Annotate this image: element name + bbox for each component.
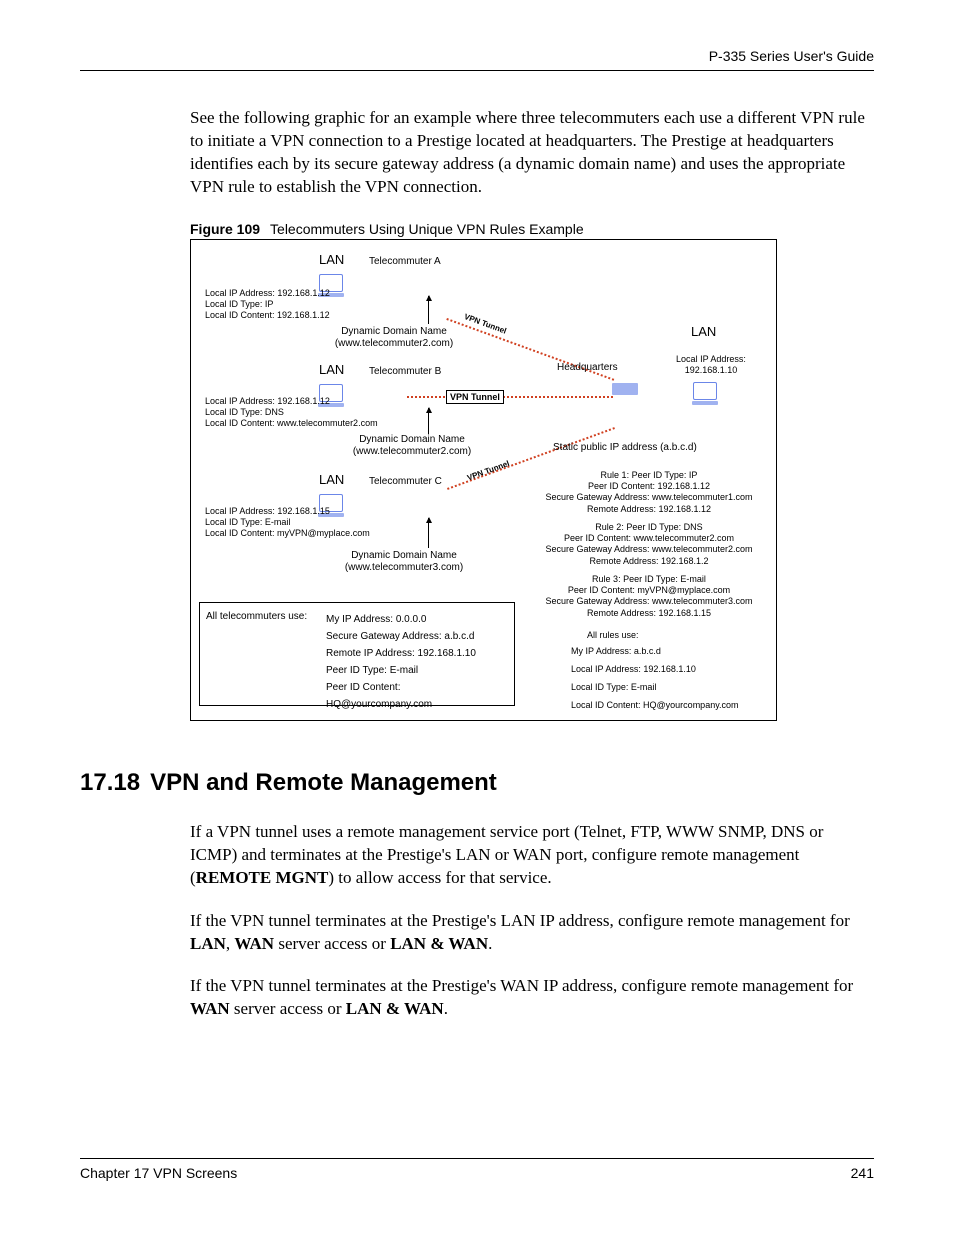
ddn-b: Dynamic Domain Name(www.telecommuter2.co… (337, 434, 487, 459)
intro-paragraph: See the following graphic for an example… (190, 107, 874, 199)
vpn-tunnel-b-text: VPN Tunnel (446, 390, 504, 404)
header-guide-title: P-335 Series User's Guide (80, 48, 874, 71)
computer-icon-hq (691, 382, 719, 405)
all-rules-l2: Local IP Address: 192.168.1.10 (571, 664, 696, 675)
section-title: VPN and Remote Management (150, 769, 497, 796)
arrow-up-b (428, 408, 429, 434)
arrow-up-a (428, 296, 429, 324)
figure-caption-text: Telecommuters Using Unique VPN Rules Exa… (270, 221, 584, 237)
page-footer: Chapter 17 VPN Screens 241 (80, 1158, 874, 1181)
static-ip-label: Static public IP address (a.b.c.d) (553, 442, 697, 455)
all-rules-l4: Local ID Content: HQ@yourcompany.com (571, 700, 739, 711)
telecommuter-b-label: Telecommuter B (369, 366, 441, 379)
leftbox-l2: Secure Gateway Address: a.b.c.d (326, 628, 506, 645)
figure-label: Figure 109 (190, 221, 260, 237)
router-icon-hq (611, 382, 639, 395)
section-p3: If the VPN tunnel terminates at the Pres… (190, 975, 874, 1021)
ddn-a: Dynamic Domain Name(www.telecommuter2.co… (319, 326, 469, 351)
lan-label-b: LAN (319, 362, 344, 378)
all-telecommuters-title: All telecommuters use: (206, 611, 316, 622)
figure-diagram: LAN Telecommuter A Local IP Address: 192… (190, 239, 777, 721)
all-telecommuters-box: All telecommuters use: My IP Address: 0.… (199, 602, 515, 706)
rule-2: Rule 2: Peer ID Type: DNS Peer ID Conten… (529, 522, 769, 567)
section-heading: 17.18 VPN and Remote Management (80, 769, 874, 797)
lan-label-hq: LAN (691, 324, 716, 340)
section-p1: If a VPN tunnel uses a remote management… (190, 821, 874, 890)
vpn-tunnel-b (407, 396, 613, 398)
footer-page-number: 241 (851, 1165, 874, 1181)
hq-local-ip: Local IP Address:192.168.1.10 (661, 354, 761, 377)
figure-caption: Figure 109 Telecommuters Using Unique VPN… (190, 221, 874, 237)
local-info-c: Local IP Address: 192.168.1.15 Local ID … (205, 506, 370, 540)
rule-1: Rule 1: Peer ID Type: IP Peer ID Content… (529, 470, 769, 515)
leftbox-l4: Peer ID Type: E-mail (326, 662, 506, 679)
headquarters-label: Headquarters (557, 362, 618, 375)
rule-3: Rule 3: Peer ID Type: E-mail Peer ID Con… (529, 574, 769, 619)
telecommuter-a-label: Telecommuter A (369, 256, 441, 269)
leftbox-l1: My IP Address: 0.0.0.0 (326, 611, 506, 628)
all-rules-l1: My IP Address: a.b.c.d (571, 646, 661, 657)
leftbox-l5: Peer ID Content: HQ@yourcompany.com (326, 679, 506, 713)
all-rules-title: All rules use: (587, 630, 639, 641)
vpn-tunnel-c-text: VPN Tunnel (466, 459, 511, 483)
lan-label-c: LAN (319, 472, 344, 488)
telecommuter-c-label: Telecommuter C (369, 476, 442, 489)
section-number: 17.18 (80, 769, 140, 796)
arrow-up-c (428, 518, 429, 548)
footer-chapter: Chapter 17 VPN Screens (80, 1165, 237, 1181)
lan-label-a: LAN (319, 252, 344, 268)
leftbox-l3: Remote IP Address: 192.168.1.10 (326, 645, 506, 662)
all-rules-l3: Local ID Type: E-mail (571, 682, 656, 693)
section-p2: If the VPN tunnel terminates at the Pres… (190, 910, 874, 956)
local-info-b: Local IP Address: 192.168.1.12 Local ID … (205, 396, 378, 430)
local-info-a: Local IP Address: 192.168.1.12 Local ID … (205, 288, 330, 322)
ddn-c: Dynamic Domain Name(www.telecommuter3.co… (319, 550, 489, 575)
